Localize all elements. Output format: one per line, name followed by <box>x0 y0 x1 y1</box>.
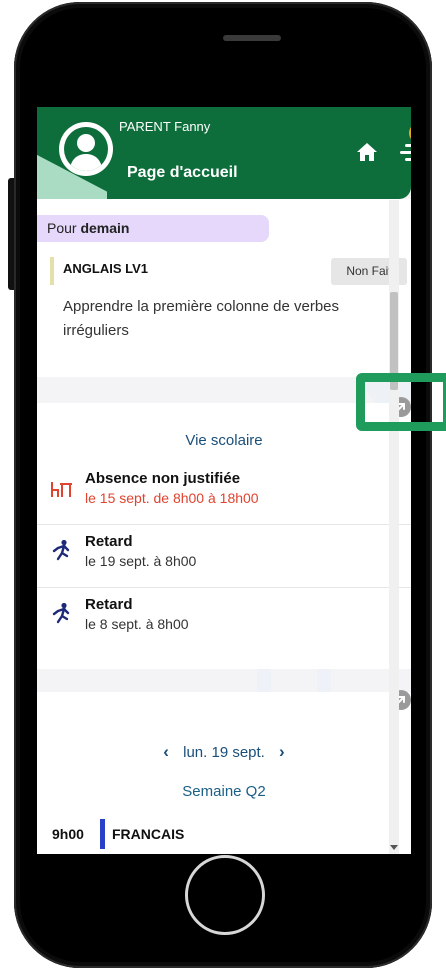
scroll-down-arrow-icon[interactable] <box>390 845 398 850</box>
course-color-bar <box>100 819 105 849</box>
avatar-person-icon <box>64 127 108 171</box>
schedule-card: ‹ lun. 19 sept. › Semaine Q2 9h00 FRANCA… <box>37 690 411 854</box>
list-item[interactable]: Retard le 8 sept. à 8h00 <box>37 596 411 644</box>
course-subject[interactable]: FRANCAIS <box>112 826 184 842</box>
event-detail: le 19 sept. à 8h00 <box>85 553 197 569</box>
course-time: 9h00 <box>52 826 84 842</box>
list-item[interactable]: Retard le 19 sept. à 8h00 <box>37 533 411 581</box>
page-title: Page d'accueil <box>127 164 238 181</box>
home-icon[interactable] <box>356 142 378 162</box>
homework-card: Pour demain ANGLAIS LV1 Non Fait Apprend… <box>37 199 411 377</box>
homework-task[interactable]: Apprendre la première colonne de verbes … <box>63 295 393 343</box>
user-name: PARENT Fanny <box>119 119 211 134</box>
event-title: Retard <box>85 596 133 613</box>
list-item[interactable]: Absence non justifiée le 15 sept. de 8h0… <box>37 470 411 518</box>
phone-speaker <box>223 35 281 41</box>
app-screen: PARENT Fanny Page d'accueil 10 Pour dema… <box>37 107 411 854</box>
avatar[interactable] <box>59 122 113 176</box>
absence-icon <box>51 482 72 497</box>
scrollbar[interactable] <box>389 200 399 854</box>
highlight-box <box>356 373 446 431</box>
homework-subject: ANGLAIS LV1 <box>63 261 148 276</box>
current-date: lun. 19 sept. <box>183 743 265 761</box>
running-icon <box>52 602 70 624</box>
section-title-vie-scolaire: Vie scolaire <box>185 432 263 449</box>
phone-side-button <box>8 178 14 290</box>
vie-scolaire-card: Vie scolaire Absence non justifiée le 15… <box>37 397 411 669</box>
event-detail: le 8 sept. à 8h00 <box>85 616 189 632</box>
date-navigator: ‹ lun. 19 sept. › <box>37 742 411 762</box>
divider <box>37 587 411 588</box>
previous-day-icon[interactable]: ‹ <box>153 742 179 762</box>
week-label: Semaine Q2 <box>182 783 266 800</box>
next-day-icon[interactable]: › <box>269 742 295 762</box>
divider <box>37 524 411 525</box>
event-title: Absence non justifiée <box>85 470 241 487</box>
event-detail: le 15 sept. de 8h00 à 18h00 <box>85 490 259 506</box>
app-header: PARENT Fanny Page d'accueil 10 <box>37 107 411 199</box>
phone-home-button[interactable] <box>185 855 265 935</box>
homework-tag-day: demain <box>80 220 130 236</box>
running-icon <box>52 539 70 561</box>
homework-tag-prefix: Pour <box>47 220 77 236</box>
event-title: Retard <box>85 533 133 550</box>
subject-color-bar <box>50 257 54 285</box>
homework-day-tag: Pour demain <box>37 215 269 242</box>
menu-icon[interactable] <box>396 138 411 166</box>
